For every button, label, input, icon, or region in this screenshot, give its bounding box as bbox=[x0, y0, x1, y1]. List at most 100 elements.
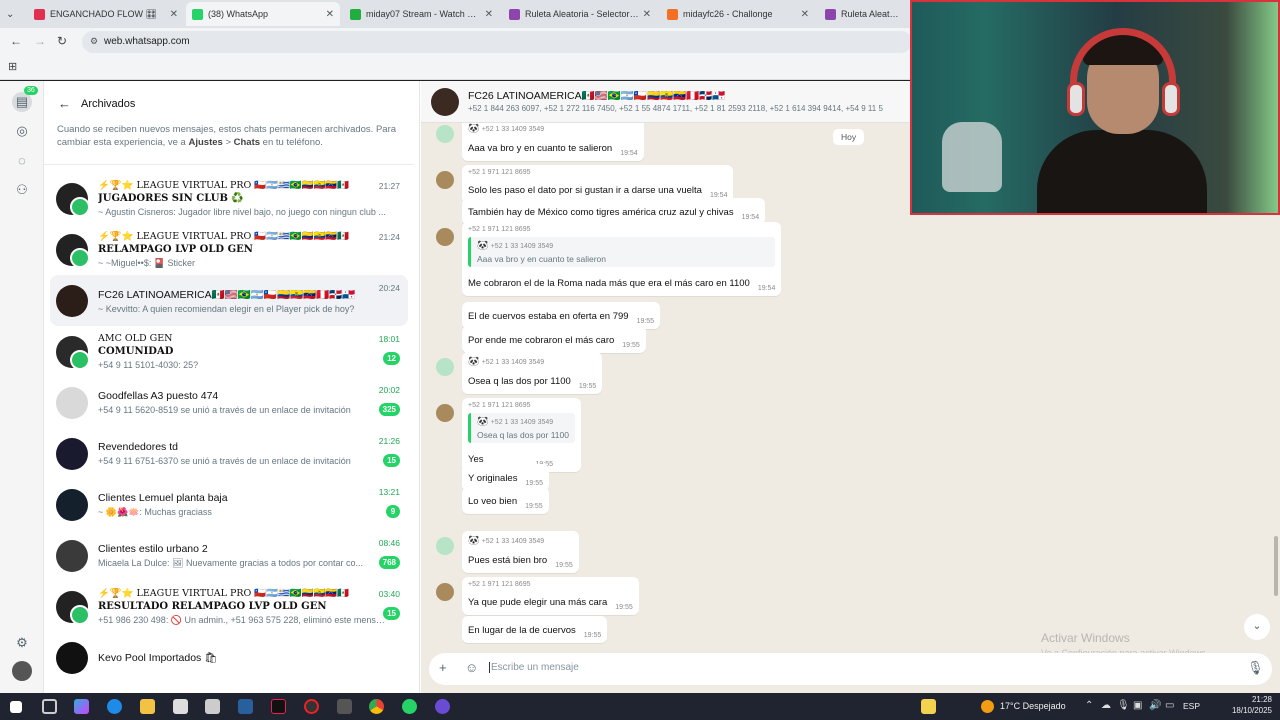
steam-icon[interactable] bbox=[238, 699, 253, 714]
message-bubble[interactable]: 🐼 +52 1 33 1409 3549 Osea q las dos por 1… bbox=[462, 352, 603, 394]
message-bubble[interactable]: El de cuervos estaba en oferta en 799 19:… bbox=[462, 302, 661, 329]
edge-icon[interactable] bbox=[107, 699, 122, 714]
tab-favicon-icon bbox=[825, 8, 836, 20]
message-bubble[interactable]: 🐼 +52 1 33 1409 3549 Pues está bien bro 19… bbox=[462, 531, 579, 573]
chrome-icon[interactable] bbox=[369, 699, 384, 714]
browser-tab[interactable]: miday07 Stream - Watch Live o ✕ bbox=[344, 2, 499, 26]
community-sub-avatar bbox=[70, 604, 90, 625]
unread-count-badge: 15 bbox=[383, 454, 400, 467]
apps-grid-icon[interactable]: ⊞ bbox=[8, 60, 17, 73]
sender-avatar[interactable] bbox=[436, 358, 454, 376]
tray-chevron-icon[interactable]: ⌃ bbox=[1085, 700, 1093, 711]
start-icon[interactable] bbox=[10, 701, 22, 713]
chats-icon[interactable]: ▤ bbox=[12, 92, 32, 112]
panda-icon: 🐼 bbox=[468, 123, 482, 133]
tab-search-button[interactable]: ⌄ bbox=[0, 2, 28, 26]
tray-app-icon[interactable]: ▣ bbox=[1133, 700, 1142, 711]
tab-close-icon[interactable]: ✕ bbox=[326, 9, 334, 20]
microphone-icon[interactable]: 🎙 bbox=[1247, 660, 1264, 676]
browser-tab[interactable]: ENGANCHADO FLOW 🎛 ✕ bbox=[28, 2, 184, 26]
message-bubble[interactable]: Lo veo bien 19:55 bbox=[462, 487, 549, 514]
chat-list-item[interactable]: ⚡🏆⭐ LEAGUE VIRTUAL PRO 🇨🇱🇦🇷🇺🇾🇧🇷🇨🇴🇪🇨🇻🇪🇲🇽 R… bbox=[50, 224, 408, 275]
obs-icon[interactable] bbox=[304, 699, 319, 714]
browser-tab[interactable]: midayfc26 - Challonge ✕ bbox=[661, 2, 815, 26]
tray-mic-icon[interactable]: 🎙 bbox=[1117, 700, 1130, 711]
chat-list-item[interactable]: Goodfellas A3 puesto 474 +54 9 11 5620-85… bbox=[50, 377, 408, 428]
scroll-down-button[interactable]: ⌄ bbox=[1244, 614, 1270, 640]
note-separator: > bbox=[222, 137, 234, 148]
address-bar[interactable]: ⚙ web.whatsapp.com bbox=[82, 31, 912, 53]
chat-list-item[interactable]: ⚡🏆⭐ LEAGUE VIRTUAL PRO 🇨🇱🇦🇷🇺🇾🇧🇷🇨🇴🇪🇨🇻🇪🇲🇽 R… bbox=[50, 581, 408, 632]
chat-list-item[interactable]: Clientes estilo urbano 2 Micaela La Dulce… bbox=[50, 530, 408, 581]
message-bubble[interactable]: 🐼 +52 1 33 1409 3549 Aaa va bro y en cuan… bbox=[462, 123, 644, 161]
task-view-icon[interactable] bbox=[42, 699, 57, 714]
chat-time: 21:27 bbox=[378, 181, 400, 191]
notepad-icon[interactable] bbox=[921, 699, 936, 714]
browser-tab[interactable]: Ruleta Aleatoria - Selector Pers ✕ bbox=[503, 2, 657, 26]
sender-avatar[interactable] bbox=[436, 171, 454, 189]
discord-icon[interactable] bbox=[435, 699, 450, 714]
browser-tab[interactable]: Ruleta Aleatoria - S bbox=[819, 2, 907, 26]
tray-battery-icon[interactable]: ▭ bbox=[1165, 700, 1174, 711]
chat-avatar bbox=[56, 182, 90, 217]
chat-list-item[interactable]: ⚡🏆⭐ LEAGUE VIRTUAL PRO 🇨🇱🇦🇷🇺🇾🇧🇷🇨🇴🇪🇨🇻🇪🇲🇽 J… bbox=[50, 173, 408, 224]
message-bubble[interactable]: Por ende me cobraron el más caro 19:55 bbox=[462, 326, 646, 353]
clock[interactable]: 21:28 18/10/2025 bbox=[1232, 695, 1272, 715]
message-input[interactable]: Escribe un mensaje bbox=[489, 662, 579, 673]
forward-icon[interactable]: → bbox=[34, 34, 46, 48]
tiktok-icon[interactable] bbox=[271, 699, 286, 714]
chat-list-item[interactable]: Kevo Pool Importados 🛍 bbox=[50, 632, 408, 683]
chat-list-item[interactable]: AMC OLD GEN COMUNIDAD +54 9 11 5101-4030: … bbox=[50, 326, 408, 377]
message-bubble[interactable]: +52 1 971 121 8695 🐼 +52 1 33 1409 3549 Aa… bbox=[462, 222, 782, 296]
message-bubble[interactable]: En lugar de la de cuervos 19:55 bbox=[462, 616, 608, 643]
file-explorer-icon[interactable] bbox=[140, 699, 155, 714]
chat-time: 21:24 bbox=[378, 232, 400, 242]
reload-icon[interactable]: ↻ bbox=[57, 34, 67, 48]
status-icon[interactable]: ◎ bbox=[12, 121, 32, 141]
message-bubble[interactable]: +52 1 971 121 8695 Ya que pude elegir una… bbox=[462, 577, 639, 615]
message-scrollbar[interactable] bbox=[1274, 536, 1278, 596]
whatsapp-taskbar-icon[interactable] bbox=[402, 699, 417, 714]
group-avatar[interactable] bbox=[431, 88, 459, 116]
panda-icon: 🐼 bbox=[477, 240, 491, 250]
panda-icon: 🐼 bbox=[468, 535, 482, 545]
sender-avatar[interactable] bbox=[436, 537, 454, 555]
tray-speaker-icon[interactable]: 🔊 bbox=[1149, 700, 1161, 711]
browser-tab[interactable]: (38) WhatsApp ✕ bbox=[186, 2, 340, 26]
profile-avatar[interactable] bbox=[12, 661, 32, 681]
sender-avatar[interactable] bbox=[436, 125, 454, 143]
chat-list-item[interactable]: FC26 LATINOAMERICA🇲🇽🇺🇸🇧🇷🇦🇷🇨🇱🇨🇴🇪🇨🇻🇪🇵🇪🇩🇴🇵🇦… bbox=[50, 275, 408, 326]
capcut-icon[interactable] bbox=[337, 699, 352, 714]
store-icon[interactable] bbox=[173, 699, 188, 714]
quoted-message[interactable]: 🐼 +52 1 33 1409 3549 Osea q las dos por 1… bbox=[468, 413, 575, 443]
tab-close-icon[interactable]: ✕ bbox=[643, 9, 651, 20]
tab-close-icon[interactable]: ✕ bbox=[485, 9, 493, 20]
tray-network-icon[interactable]: ☁ bbox=[1101, 700, 1111, 711]
mail-icon[interactable] bbox=[205, 699, 220, 714]
sender-avatar[interactable] bbox=[436, 583, 454, 601]
site-info-icon[interactable]: ⚙ bbox=[90, 36, 98, 47]
sender-avatar[interactable] bbox=[436, 228, 454, 246]
attach-plus-icon[interactable]: + bbox=[439, 660, 447, 675]
language-indicator[interactable]: ESP bbox=[1183, 701, 1200, 711]
tab-close-icon[interactable]: ✕ bbox=[801, 9, 809, 20]
message-sender-line: 🐼 +52 1 33 1409 3549 bbox=[468, 356, 596, 367]
sender-avatar[interactable] bbox=[436, 404, 454, 422]
message-bubble[interactable]: +52 1 971 121 8695 🐼 +52 1 33 1409 3549 Os… bbox=[462, 398, 581, 472]
weather-text[interactable]: 17°C Despejado bbox=[1000, 701, 1066, 711]
back-arrow-icon[interactable]: ← bbox=[58, 96, 71, 111]
chat-list-item[interactable]: Revendedores td +54 9 11 6751-6370 se uni… bbox=[50, 428, 408, 479]
copilot-icon[interactable] bbox=[74, 699, 89, 714]
tab-title: midayfc26 - Challonge bbox=[683, 9, 773, 19]
communities-icon[interactable]: ⚇ bbox=[12, 180, 32, 200]
quoted-message[interactable]: 🐼 +52 1 33 1409 3549 Aaa va bro y en cuan… bbox=[468, 237, 776, 267]
emoji-icon[interactable]: ☺ bbox=[465, 660, 478, 675]
back-icon[interactable]: ← bbox=[10, 34, 22, 48]
webcam-headset-left bbox=[1067, 82, 1085, 116]
tab-close-icon[interactable]: ✕ bbox=[170, 9, 178, 20]
settings-icon[interactable]: ⚙ bbox=[12, 633, 32, 653]
chat-list-item[interactable]: Clientes Lemuel planta baja ~ 🌼🌺🪷: Muchas… bbox=[50, 479, 408, 530]
channels-icon[interactable]: ◌ bbox=[12, 151, 32, 171]
chat-last-message: +54 9 11 6751-6370 se unió a través de u… bbox=[98, 456, 351, 466]
message-bubble[interactable]: También hay de México como tigres améric… bbox=[462, 198, 766, 225]
